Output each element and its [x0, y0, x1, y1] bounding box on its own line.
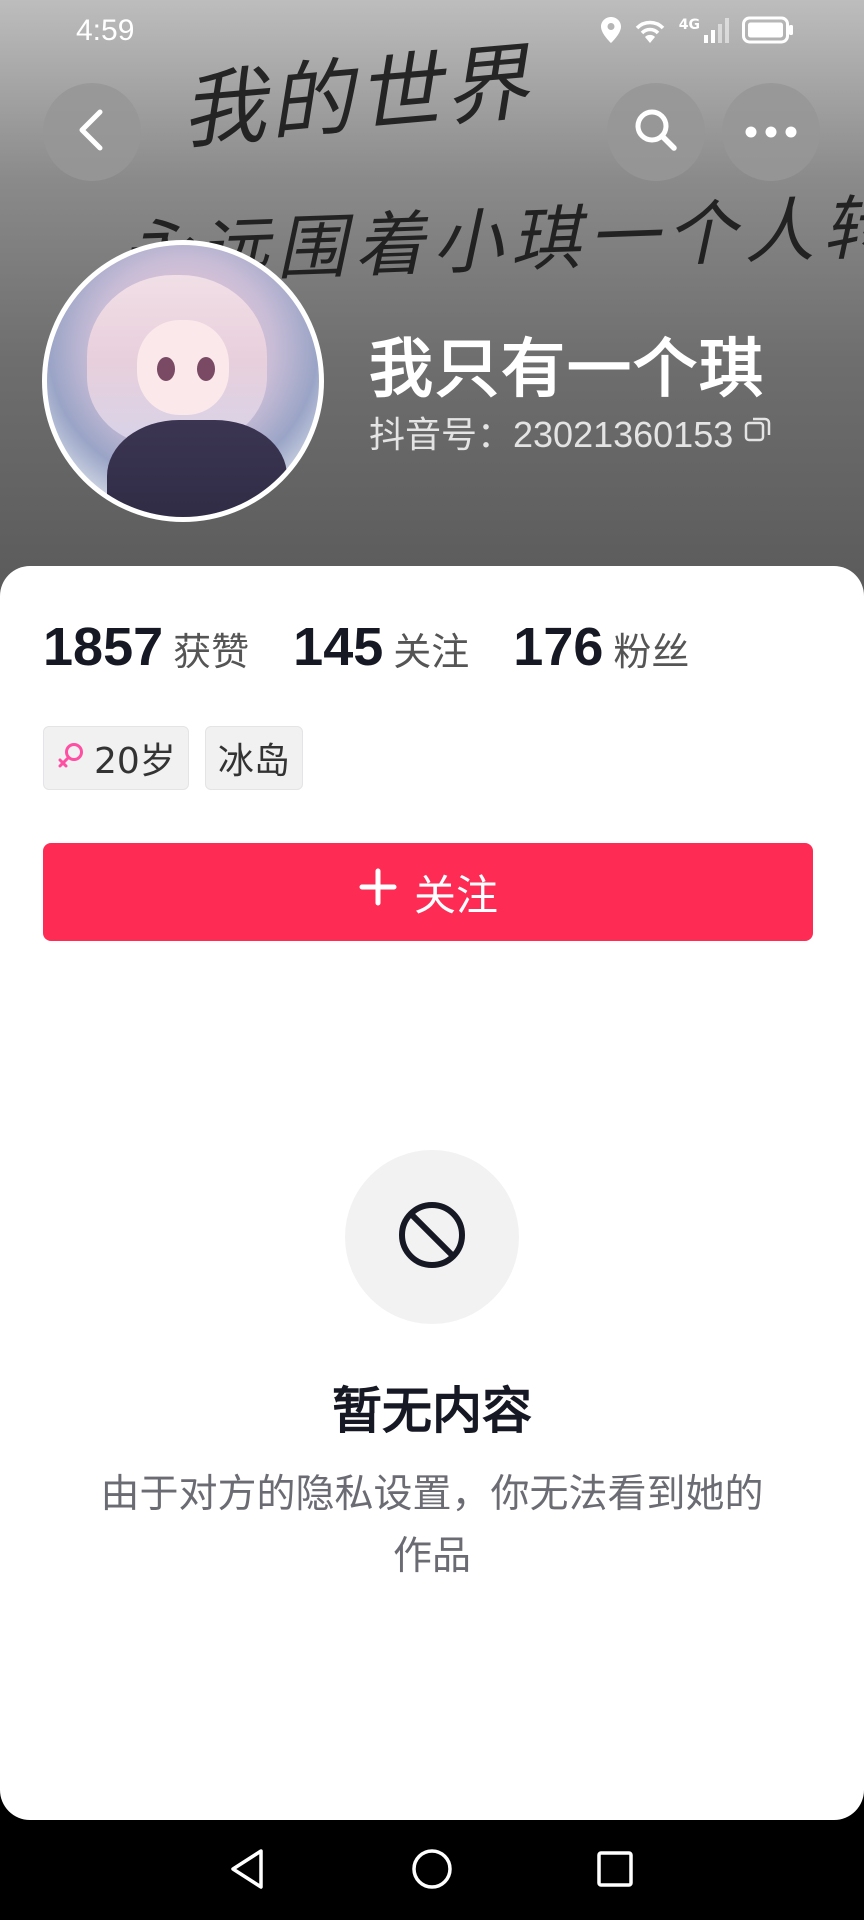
stat-followers-value: 176 — [513, 617, 604, 677]
follow-button[interactable]: 关注 — [43, 843, 813, 941]
age-tag-label: 20岁 — [94, 741, 176, 782]
avatar-eye-shape — [157, 357, 175, 381]
status-icons: 4G — [600, 16, 794, 48]
stat-followers-label: 粉丝 — [613, 630, 690, 674]
stat-likes-label: 获赞 — [173, 630, 250, 674]
nav-home-button[interactable] — [409, 1848, 455, 1894]
network-type-label: 4G — [678, 17, 700, 33]
chevron-left-icon — [72, 108, 112, 156]
avatar-eye-shape — [197, 357, 215, 381]
stat-followers[interactable]: 176 粉丝 — [513, 616, 689, 678]
profile-id-text: 抖音号：23021360153 — [369, 414, 734, 455]
circle-home-icon — [410, 1847, 454, 1895]
wifi-icon — [633, 17, 667, 47]
battery-icon — [742, 16, 794, 48]
more-options-button[interactable] — [722, 83, 820, 181]
avatar-face-shape — [137, 320, 229, 415]
follow-button-label: 关注 — [413, 870, 498, 920]
nav-recent-apps-button[interactable] — [592, 1848, 638, 1894]
block-icon — [396, 1199, 468, 1275]
stat-following-label: 关注 — [393, 630, 470, 674]
age-tag: 20岁 — [43, 726, 189, 790]
empty-state-title: 暂无内容 — [332, 1382, 532, 1440]
copy-icon[interactable] — [743, 411, 773, 453]
triangle-back-icon — [227, 1847, 267, 1895]
avatar-body-shape — [107, 420, 287, 517]
empty-state-description: 由于对方的隐私设置，你无法看到她的作品 — [100, 1472, 764, 1579]
status-bar: 4:59 4G — [0, 0, 864, 64]
location-tag-label: 冰岛 — [217, 741, 290, 782]
empty-state-icon-container — [345, 1150, 519, 1324]
female-icon — [56, 738, 86, 779]
search-icon — [631, 105, 681, 159]
profile-id[interactable]: 抖音号：23021360153 — [369, 406, 773, 458]
signal-icon — [704, 17, 730, 47]
system-navigation-bar — [0, 1820, 864, 1920]
stat-likes-value: 1857 — [43, 617, 164, 677]
stat-following[interactable]: 145 关注 — [293, 616, 469, 678]
status-time: 4:59 — [76, 14, 135, 47]
back-button[interactable] — [43, 83, 141, 181]
search-button[interactable] — [607, 83, 705, 181]
stat-following-value: 145 — [293, 617, 384, 677]
profile-card: 1857 获赞 145 关注 176 粉丝 20岁 冰岛 关注 暂无内容 由于对… — [0, 566, 864, 1820]
plus-icon — [358, 867, 398, 917]
more-dots-icon — [745, 123, 797, 142]
profile-header: 我的世界 永远围着小琪一个人转 4:59 4G 我只有一个琪 抖音号：23021… — [0, 0, 864, 600]
stats-row: 1857 获赞 145 关注 176 粉丝 — [43, 616, 733, 678]
nav-back-button[interactable] — [224, 1848, 270, 1894]
location-tag: 冰岛 — [204, 726, 303, 790]
stat-likes: 1857 获赞 — [43, 616, 249, 678]
profile-name: 我只有一个琪 — [369, 333, 765, 405]
avatar[interactable] — [42, 240, 324, 522]
square-recents-icon — [595, 1849, 635, 1893]
profile-tags: 20岁 冰岛 — [43, 726, 303, 790]
location-icon — [600, 17, 621, 47]
